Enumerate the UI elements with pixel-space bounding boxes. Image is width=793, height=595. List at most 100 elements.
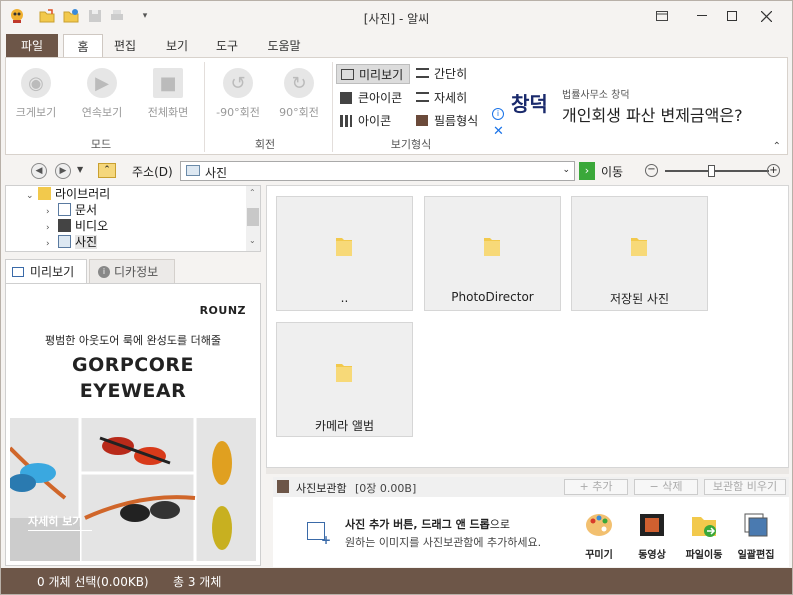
history-dropdown-icon[interactable]: ▼ bbox=[77, 165, 83, 174]
view-detail-option[interactable]: 자세히 bbox=[412, 88, 482, 108]
close-button[interactable] bbox=[751, 5, 781, 27]
view-group-label: 보기형식 bbox=[390, 138, 432, 151]
decorate-tool[interactable]: 꾸미기 bbox=[579, 511, 619, 561]
ad-info-icon[interactable]: i bbox=[492, 108, 504, 120]
folder-item[interactable]: PhotoDirector bbox=[424, 196, 561, 311]
ribbon-display-icon[interactable] bbox=[647, 5, 677, 27]
tree-node-library[interactable]: ⌄ 라이브러리 bbox=[26, 186, 110, 202]
forward-button[interactable]: ▶ bbox=[55, 163, 71, 179]
ad-close-icon[interactable]: ✕ bbox=[493, 124, 504, 139]
tab-help[interactable]: 도움말 bbox=[259, 34, 309, 58]
rotate-right-icon: ↻ bbox=[284, 68, 314, 98]
move-file-tool[interactable]: 파일이동 bbox=[684, 511, 724, 561]
rotate-left-button[interactable]: ↺ -90°회전 bbox=[210, 66, 266, 126]
zoom-out-icon[interactable]: − bbox=[645, 164, 658, 177]
storage-title: 사진보관함 bbox=[296, 482, 347, 495]
folder-item[interactable]: 카메라 앨범 bbox=[276, 322, 413, 437]
scroll-up-icon[interactable]: ⌃ bbox=[249, 188, 256, 197]
list-view-icon bbox=[416, 68, 429, 78]
ribbon-separator bbox=[332, 62, 333, 152]
collapse-ribbon-icon[interactable]: ⌃ bbox=[773, 141, 781, 152]
minimize-button[interactable] bbox=[687, 5, 717, 27]
view-film-option[interactable]: 필름형식 bbox=[412, 111, 488, 131]
view-large-icon-option[interactable]: 큰아이콘 bbox=[336, 88, 410, 108]
back-button[interactable]: ◀ bbox=[31, 163, 47, 179]
scroll-thumb[interactable] bbox=[247, 208, 259, 226]
eyewear-photo: 자세히 보기 bbox=[10, 418, 256, 561]
address-input[interactable]: 사진 ⌄ bbox=[180, 161, 575, 181]
large-icons-icon bbox=[340, 92, 352, 104]
ad-banner[interactable]: 창덕 법률사무소 창덕 개인회생 파산 변제금액은? i ✕ bbox=[489, 64, 784, 144]
storage-hint-line2: 원하는 이미지를 사진보관함에 추가하세요. bbox=[345, 536, 542, 549]
view-simple-option[interactable]: 간단히 bbox=[412, 64, 482, 84]
file-view: .. PhotoDirector 저장된 사진 카메라 앨범 bbox=[266, 185, 789, 468]
up-folder-icon[interactable]: ⌃ bbox=[98, 163, 116, 178]
zoom-slider[interactable]: − + bbox=[645, 163, 785, 179]
move-folder-icon bbox=[692, 517, 716, 537]
slideshow-label: 연속보기 bbox=[81, 106, 123, 119]
small-icons-icon bbox=[340, 115, 352, 127]
batch-edit-tool[interactable]: 일괄편집 bbox=[736, 511, 776, 561]
storage-hint-bold: 사진 추가 버튼, 드래그 앤 드롭 bbox=[345, 518, 490, 531]
tab-tools[interactable]: 도구 bbox=[209, 34, 245, 58]
large-view-button[interactable]: ◉ 크게보기 bbox=[8, 66, 64, 126]
fullscreen-button[interactable]: ■ 전체화면 bbox=[138, 66, 198, 126]
scroll-down-icon[interactable]: ⌄ bbox=[249, 236, 256, 245]
ribbon-separator bbox=[204, 62, 205, 152]
details-view-icon bbox=[416, 92, 429, 102]
collapsed-chevron-icon[interactable]: › bbox=[46, 236, 58, 252]
storage-remove-button[interactable]: − 삭제 bbox=[634, 479, 698, 495]
folder-item[interactable]: 저장된 사진 bbox=[571, 196, 708, 311]
zoom-thumb[interactable] bbox=[708, 165, 715, 177]
expanded-chevron-icon[interactable]: ⌄ bbox=[26, 188, 38, 204]
view-detail-label: 자세히 bbox=[434, 91, 468, 105]
tree-scrollbar[interactable]: ⌃ ⌄ bbox=[246, 186, 260, 251]
preview-ad-banner[interactable]: ROUNZ 평범한 아웃도어 룩에 완성도를 더해줄 GORPCORE EYEW… bbox=[10, 296, 256, 561]
storage-add-button[interactable]: + 추가 bbox=[564, 479, 628, 495]
rotate-group-label: 회전 bbox=[254, 138, 276, 151]
address-value: 사진 bbox=[205, 166, 228, 180]
tab-exif[interactable]: i 디카정보 bbox=[89, 259, 175, 283]
folder-icon bbox=[631, 238, 647, 256]
address-dropdown-icon[interactable]: ⌄ bbox=[562, 165, 570, 175]
storage-hint-tail: 으로 bbox=[489, 518, 511, 531]
tree-node-documents[interactable]: › 문서 bbox=[46, 202, 97, 218]
tree-label-library: 라이브러리 bbox=[55, 187, 111, 201]
go-button[interactable]: 이동 bbox=[601, 163, 623, 180]
view-preview-option[interactable]: 미리보기 bbox=[336, 64, 410, 84]
banner-tagline: 평범한 아웃도어 룩에 완성도를 더해줄 bbox=[45, 334, 221, 347]
banner-title-2: EYEWEAR bbox=[79, 380, 187, 402]
go-arrow-icon[interactable]: › bbox=[579, 162, 595, 180]
batch-edit-label: 일괄편집 bbox=[737, 550, 775, 561]
panel-splitter[interactable] bbox=[266, 468, 789, 474]
palette-icon bbox=[586, 514, 612, 536]
tab-preview[interactable]: 미리보기 bbox=[5, 259, 87, 283]
large-view-label: 크게보기 bbox=[15, 106, 57, 119]
library-icon bbox=[38, 187, 51, 200]
tab-file[interactable]: 파일 bbox=[6, 34, 58, 58]
preview-pane: ROUNZ 평범한 아웃도어 룩에 완성도를 더해줄 GORPCORE EYEW… bbox=[5, 283, 261, 566]
maximize-button[interactable] bbox=[717, 5, 747, 27]
slideshow-button[interactable]: ▶ 연속보기 bbox=[74, 66, 130, 126]
zoom-in-icon[interactable]: + bbox=[767, 164, 780, 177]
preview-tab-icon bbox=[12, 267, 24, 277]
rotate-right-button[interactable]: ↻ 90°회전 bbox=[272, 66, 326, 126]
tab-home[interactable]: 홈 bbox=[63, 34, 103, 58]
storage-clear-button[interactable]: 보관함 비우기 bbox=[704, 479, 786, 495]
view-icon-option[interactable]: 아이콘 bbox=[336, 111, 410, 131]
tab-view[interactable]: 보기 bbox=[159, 34, 195, 58]
view-simple-label: 간단히 bbox=[434, 67, 468, 81]
address-bar: ◀ ▶ ▼ ⌃ 주소(D) 사진 ⌄ › 이동 − + bbox=[1, 157, 792, 185]
tab-edit[interactable]: 편집 bbox=[107, 34, 143, 58]
address-label: 주소(D) bbox=[132, 165, 173, 179]
tree-node-pictures[interactable]: › 사진 bbox=[46, 234, 98, 252]
view-film-label: 필름형식 bbox=[434, 114, 479, 128]
folder-icon bbox=[336, 364, 352, 382]
pictures-folder-icon bbox=[186, 165, 200, 176]
video-tool[interactable]: 동영상 bbox=[632, 511, 672, 561]
ad-logo: 창덕 bbox=[511, 92, 548, 116]
banner-cta[interactable]: 자세히 보기 bbox=[28, 513, 82, 529]
photo-storage-header: 사진보관함 [0장 0.00B] + 추가 − 삭제 보관함 비우기 bbox=[273, 477, 789, 497]
tree-node-videos[interactable]: › 비디오 bbox=[46, 218, 108, 234]
folder-item[interactable]: .. bbox=[276, 196, 413, 311]
